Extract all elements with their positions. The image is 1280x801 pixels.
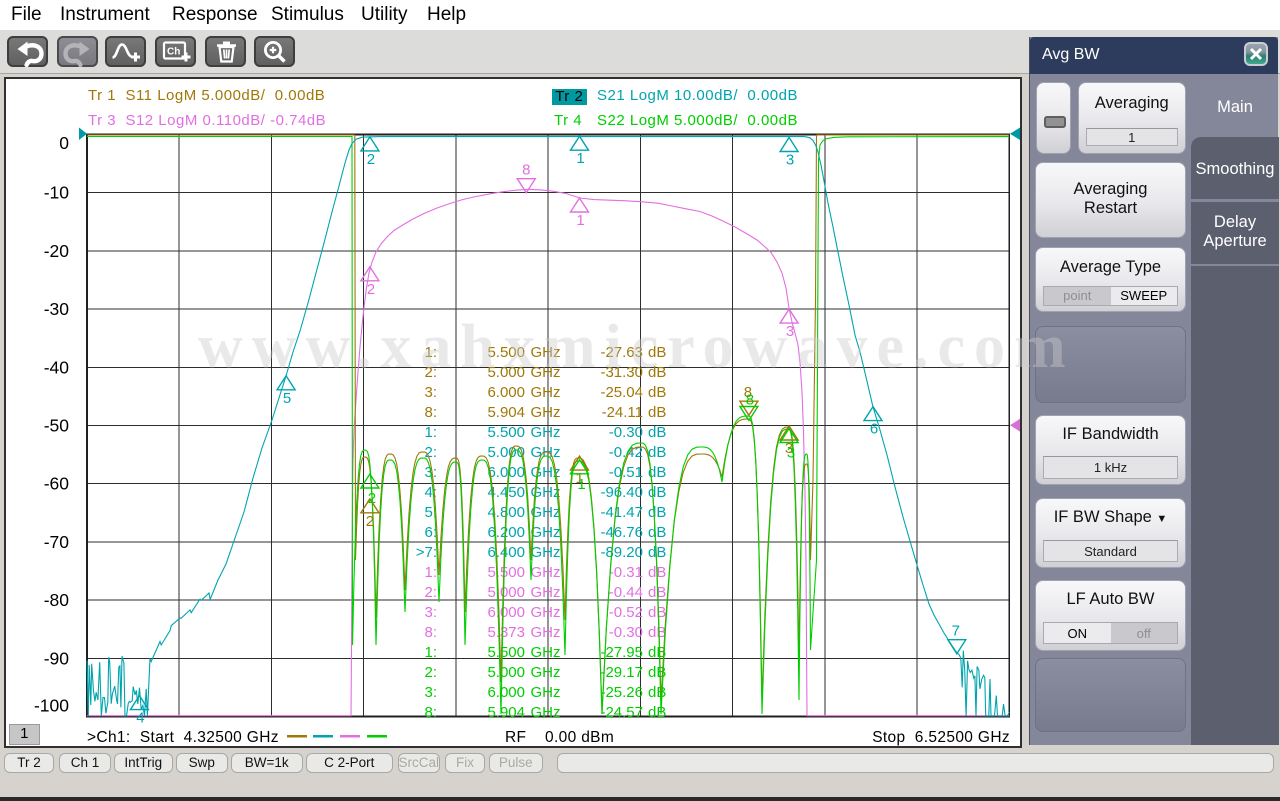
svg-text:3:: 3: <box>424 384 437 401</box>
svg-text:dB: dB <box>648 684 666 701</box>
svg-text:dB: dB <box>648 484 666 501</box>
svg-text:-0.31: -0.31 <box>609 564 643 581</box>
svg-text:dB: dB <box>648 444 666 461</box>
svg-text:8:: 8: <box>424 624 437 641</box>
svg-text:7: 7 <box>952 623 960 640</box>
svg-text:dB: dB <box>648 704 666 721</box>
svg-text:6.000: 6.000 <box>487 384 525 401</box>
svg-text:2:: 2: <box>424 584 437 601</box>
svg-text:-25.04: -25.04 <box>600 384 643 401</box>
svg-text:-50: -50 <box>44 416 70 436</box>
svg-text:dB: dB <box>648 404 666 421</box>
svg-text:5.000: 5.000 <box>487 664 525 681</box>
svg-text:3:: 3: <box>424 684 437 701</box>
svg-text:-24.11: -24.11 <box>602 404 643 421</box>
svg-text:-0.30: -0.30 <box>609 424 643 441</box>
svg-text:8: 8 <box>522 162 530 179</box>
svg-text:-27.95: -27.95 <box>600 644 643 661</box>
svg-text:dB: dB <box>648 384 666 401</box>
svg-text:5.904: 5.904 <box>487 704 525 721</box>
svg-text:-24.57: -24.57 <box>600 704 643 721</box>
svg-text:6.000: 6.000 <box>487 604 525 621</box>
svg-text:GHz: GHz <box>531 624 561 641</box>
svg-text:-0.30: -0.30 <box>609 624 643 641</box>
svg-text:2: 2 <box>367 151 375 168</box>
svg-text:1:: 1: <box>424 564 437 581</box>
svg-text:GHz: GHz <box>531 384 561 401</box>
svg-text:1: 1 <box>577 476 585 493</box>
svg-text:3: 3 <box>786 152 794 169</box>
svg-text:-41.47: -41.47 <box>600 504 643 521</box>
svg-text:6.400: 6.400 <box>487 544 525 561</box>
svg-text:-46.76: -46.76 <box>600 524 643 541</box>
svg-text:5.500: 5.500 <box>487 564 525 581</box>
svg-text:GHz: GHz <box>531 544 561 561</box>
svg-text:dB: dB <box>648 504 666 521</box>
svg-text:2: 2 <box>367 281 375 298</box>
svg-text:8:: 8: <box>424 704 437 721</box>
svg-text:dB: dB <box>648 424 666 441</box>
svg-text:2: 2 <box>366 513 374 530</box>
svg-text:-96.40: -96.40 <box>600 484 643 501</box>
svg-text:5.904: 5.904 <box>487 404 525 421</box>
svg-text:GHz: GHz <box>531 604 561 621</box>
svg-text:-20: -20 <box>44 241 70 261</box>
svg-text:-70: -70 <box>44 532 70 552</box>
svg-text:dB: dB <box>648 624 666 641</box>
svg-text:GHz: GHz <box>531 524 561 541</box>
svg-text:>7:: >7: <box>416 544 437 561</box>
svg-text:-0.51: -0.51 <box>609 464 643 481</box>
svg-text:-40: -40 <box>44 357 70 377</box>
svg-text:GHz: GHz <box>531 684 561 701</box>
svg-text:-25.26: -25.26 <box>600 684 643 701</box>
svg-text:-100: -100 <box>34 696 69 716</box>
svg-text:5: 5 <box>283 390 291 407</box>
svg-text:-90: -90 <box>44 648 70 668</box>
svg-text:6.000: 6.000 <box>487 464 525 481</box>
svg-text:0: 0 <box>59 133 69 153</box>
svg-text:5.000: 5.000 <box>487 584 525 601</box>
svg-text:6.000: 6.000 <box>487 684 525 701</box>
svg-text:8:: 8: <box>424 404 437 421</box>
svg-text:dB: dB <box>648 604 666 621</box>
svg-text:1: 1 <box>576 150 584 167</box>
svg-text:1:: 1: <box>424 644 437 661</box>
svg-text:GHz: GHz <box>531 424 561 441</box>
svg-text:GHz: GHz <box>531 704 561 721</box>
svg-text:3:: 3: <box>424 604 437 621</box>
svg-text:dB: dB <box>648 524 666 541</box>
svg-text:1: 1 <box>576 212 584 229</box>
svg-text:1:: 1: <box>424 424 437 441</box>
svg-text:-0.44: -0.44 <box>609 584 643 601</box>
svg-text:dB: dB <box>648 544 666 561</box>
svg-text:8: 8 <box>746 392 754 409</box>
svg-text:5.500: 5.500 <box>487 424 525 441</box>
svg-text:GHz: GHz <box>531 564 561 581</box>
svg-text:3: 3 <box>787 445 795 462</box>
svg-text:-0.52: -0.52 <box>609 604 643 621</box>
svg-text:-60: -60 <box>44 474 70 494</box>
svg-text:5.500: 5.500 <box>487 644 525 661</box>
svg-text:-29.17: -29.17 <box>600 664 643 681</box>
svg-text:GHz: GHz <box>531 584 561 601</box>
svg-text:2: 2 <box>368 490 376 507</box>
svg-text:4: 4 <box>136 710 144 727</box>
svg-text:2:: 2: <box>424 664 437 681</box>
svg-text:GHz: GHz <box>531 644 561 661</box>
svg-text:-80: -80 <box>44 590 70 610</box>
svg-text:GHz: GHz <box>531 664 561 681</box>
svg-text:-30: -30 <box>44 299 70 319</box>
svg-text:5.373: 5.373 <box>487 624 525 641</box>
svg-text:6: 6 <box>870 421 878 438</box>
svg-text:GHz: GHz <box>531 404 561 421</box>
svg-text:-10: -10 <box>44 183 70 203</box>
svg-text:-89.20: -89.20 <box>600 544 643 561</box>
